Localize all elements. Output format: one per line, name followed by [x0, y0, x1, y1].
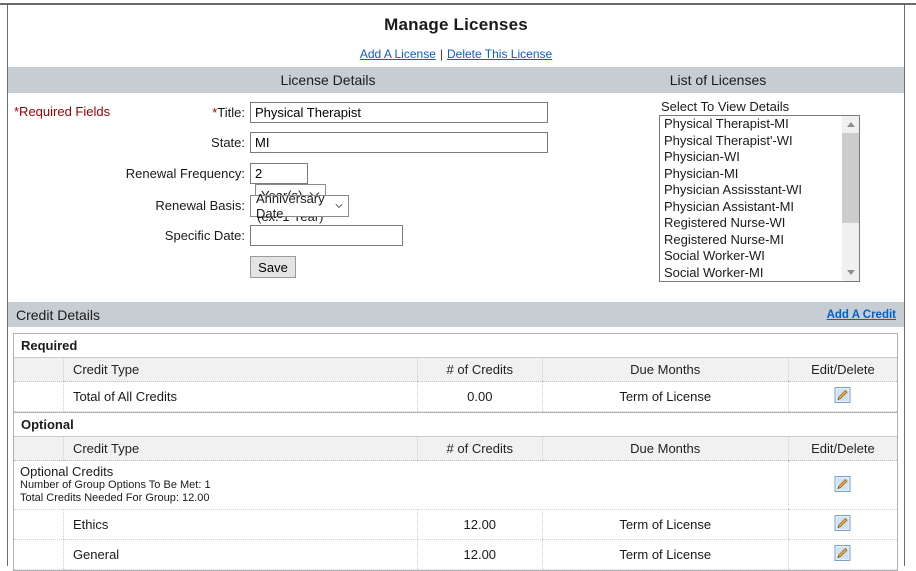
chevron-down-icon [335, 203, 343, 209]
licenses-list-items: Physical Therapist-MI Physical Therapist… [660, 116, 842, 281]
credit-details-heading: Credit Details [16, 306, 101, 323]
edit-icon[interactable] [834, 475, 851, 492]
licenses-listbox[interactable]: Physical Therapist-MI Physical Therapist… [659, 115, 860, 282]
license-list-item[interactable]: Physician Assisstant-WI [660, 182, 842, 199]
listbox-scrollbar[interactable] [842, 116, 859, 281]
optional-credits-group-row: Optional Credits Number of Group Options… [14, 460, 897, 510]
license-details-form: *Required Fields *Title: State: Renewal … [8, 93, 904, 302]
credit-type-cell: General [62, 539, 418, 570]
due-months-cell: Term of License [541, 381, 789, 412]
renewal-basis-value: Anniversary Date [256, 191, 325, 221]
renewal-frequency-input[interactable] [250, 163, 308, 184]
required-section-title: Required [14, 334, 897, 358]
license-list-item[interactable]: Registered Nurse-WI [660, 215, 842, 232]
due-months-cell: Term of License [541, 539, 789, 570]
license-list-item[interactable]: Physician Assistant-MI [660, 199, 842, 216]
license-list-item[interactable]: Physician-MI [660, 166, 842, 183]
license-list-item[interactable]: Social Worker-WI [660, 248, 842, 265]
column-header-num-credits: # of Credits [417, 357, 543, 382]
table-row: General 12.00 Term of License [14, 539, 897, 570]
group-total-credits-needed: Total Credits Needed For Group: 12.00 [20, 492, 210, 504]
column-header-credit-type: Credit Type [62, 357, 418, 382]
empty-header-cell [14, 436, 64, 461]
credit-details-header-bar: Credit Details Add A Credit [8, 302, 904, 327]
required-credits-table: Required Credit Type # of Credits Due Mo… [13, 333, 898, 413]
table-row: Total of All Credits 0.00 Term of Licens… [14, 381, 897, 412]
num-credits-cell: 12.00 [417, 509, 543, 540]
empty-header-cell [14, 357, 64, 382]
add-a-license-link[interactable]: Add A License [360, 47, 436, 61]
renewal-frequency-label: Renewal Frequency: [125, 166, 245, 181]
specific-date-label: Specific Date: [164, 228, 245, 243]
due-months-cell: Term of License [541, 509, 789, 540]
link-separator: | [439, 47, 443, 61]
optional-section-title: Optional [14, 413, 897, 437]
license-list-item[interactable]: Physician-WI [660, 149, 842, 166]
license-list-item[interactable]: Social Worker-MI [660, 265, 842, 282]
edit-icon[interactable] [834, 387, 851, 403]
group-options-to-be-met: Number of Group Options To Be Met: 1 [20, 479, 211, 491]
save-button[interactable]: Save [250, 256, 296, 278]
state-input[interactable] [250, 132, 548, 153]
manage-licenses-panel: Manage Licenses Add A License | Delete Thi… [7, 5, 905, 571]
specific-date-input[interactable] [250, 225, 403, 246]
column-header-due-months: Due Months [541, 436, 789, 461]
num-credits-cell: 12.00 [417, 539, 543, 570]
edit-icon[interactable] [834, 515, 851, 531]
table-row: Ethics 12.00 Term of License [14, 509, 897, 540]
credit-type-cell: Ethics [62, 509, 418, 540]
scroll-down-arrow-icon[interactable] [842, 264, 859, 281]
title-label: *Title: [212, 105, 245, 120]
title-input[interactable] [250, 102, 548, 123]
column-header-edit-delete: Edit/Delete [787, 436, 897, 461]
license-action-links: Add A License | Delete This License [8, 47, 904, 61]
column-header-due-months: Due Months [541, 357, 789, 382]
list-of-licenses-heading: List of Licenses [669, 72, 767, 88]
column-header-edit-delete: Edit/Delete [787, 357, 897, 382]
scroll-up-arrow-icon[interactable] [842, 116, 859, 133]
group-title: Optional Credits [20, 464, 114, 479]
delete-this-license-link[interactable]: Delete This License [447, 47, 552, 61]
optional-credits-table: Optional Credit Type # of Credits Due Mo… [13, 412, 898, 571]
state-label: State: [211, 135, 245, 150]
num-credits-cell: 0.00 [417, 381, 543, 412]
scrollbar-thumb[interactable] [842, 133, 859, 223]
license-list-item[interactable]: Physical Therapist'-WI [660, 133, 842, 150]
renewal-basis-label: Renewal Basis: [155, 198, 245, 213]
page-title: Manage Licenses [384, 15, 528, 34]
column-header-num-credits: # of Credits [417, 436, 543, 461]
license-list-item[interactable]: Physical Therapist-MI [660, 116, 842, 133]
renewal-basis-select[interactable]: Anniversary Date [250, 191, 349, 221]
add-a-credit-link[interactable]: Add A Credit [827, 309, 896, 321]
license-list-item[interactable]: Registered Nurse-MI [660, 232, 842, 249]
select-to-view-details-label: Select To View Details [661, 99, 790, 114]
column-header-credit-type: Credit Type [62, 436, 418, 461]
section-header-bar: License Details List of Licenses [8, 67, 904, 93]
credit-type-cell: Total of All Credits [62, 381, 418, 412]
edit-icon[interactable] [834, 545, 851, 561]
